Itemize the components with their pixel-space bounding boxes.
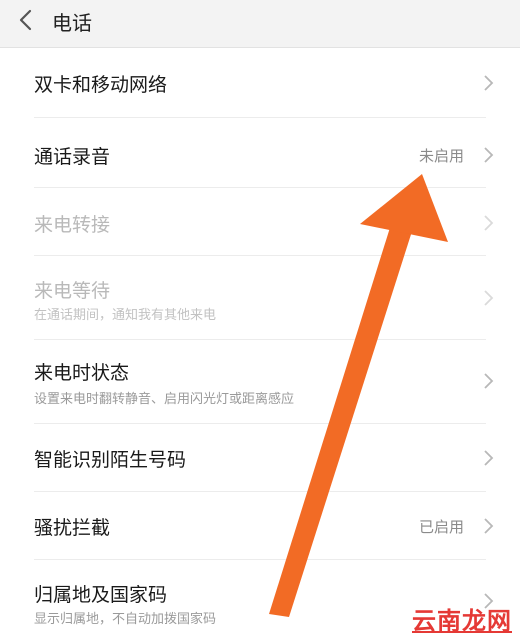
settings-row-call-forwarding[interactable]: 来电转接 xyxy=(0,188,520,256)
row-subtitle: 在通话期间，通知我有其他来电 xyxy=(34,308,217,323)
chevron-right-icon xyxy=(484,75,494,91)
chevron-right-icon xyxy=(484,290,494,306)
settings-row-smart-id[interactable]: 智能识别陌生号码 xyxy=(0,424,520,492)
row-subtitle: 显示归属地，不自动加拨国家码 xyxy=(34,612,217,627)
chevron-right-icon xyxy=(484,215,494,231)
row-label: 来电等待 xyxy=(34,280,111,302)
row-label: 骚扰拦截 xyxy=(34,517,111,539)
watermark-logo: 云南龙网 xyxy=(412,606,512,635)
row-label: 双卡和移动网络 xyxy=(34,74,168,96)
status-value: 未启用 xyxy=(418,147,464,165)
page-title: 电话 xyxy=(52,11,92,35)
row-label: 归属地及国家码 xyxy=(34,584,168,606)
chevron-right-icon xyxy=(484,373,494,389)
row-label: 来电时状态 xyxy=(34,362,130,384)
row-subtitle: 设置来电时翻转静音、启用闪光灯或距离感应 xyxy=(34,392,295,407)
top-bar: 电话 xyxy=(0,0,520,48)
settings-row-call-recording[interactable]: 通话录音 未启用 xyxy=(0,118,520,188)
settings-row-incoming-call-state[interactable]: 来电时状态 设置来电时翻转静音、启用闪光灯或距离感应 xyxy=(0,340,520,424)
chevron-right-icon xyxy=(484,147,494,163)
settings-row-dual-sim[interactable]: 双卡和移动网络 xyxy=(0,48,520,118)
status-value: 已启用 xyxy=(418,518,464,536)
row-label: 智能识别陌生号码 xyxy=(34,449,187,471)
chevron-right-icon xyxy=(484,450,494,466)
chevron-right-icon xyxy=(484,518,494,534)
settings-row-harassment-block[interactable]: 骚扰拦截 已启用 xyxy=(0,492,520,560)
settings-row-call-waiting[interactable]: 来电等待 在通话期间，通知我有其他来电 xyxy=(0,256,520,340)
back-arrow-icon[interactable] xyxy=(16,8,36,32)
row-label: 来电转接 xyxy=(34,214,111,236)
row-label: 通话录音 xyxy=(34,146,111,168)
